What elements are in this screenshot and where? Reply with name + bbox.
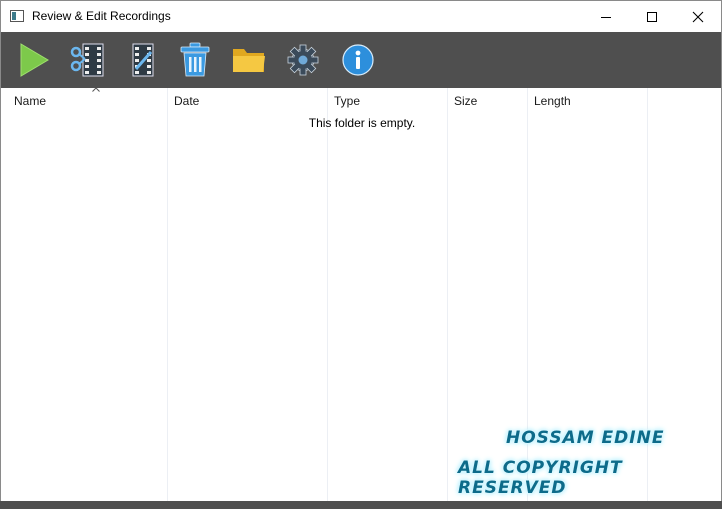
delete-button[interactable] bbox=[175, 40, 215, 80]
trim-button[interactable] bbox=[68, 40, 108, 80]
column-divider[interactable] bbox=[447, 88, 448, 502]
trim-video-icon bbox=[70, 43, 104, 77]
app-icon bbox=[10, 10, 24, 22]
trash-icon bbox=[180, 42, 210, 77]
settings-button[interactable] bbox=[283, 40, 323, 80]
column-header-label: Length bbox=[534, 94, 571, 108]
maximize-button[interactable] bbox=[629, 1, 675, 32]
watermark: HOSSAM EDINE ALL COPYRIGHT RESERVED bbox=[456, 426, 706, 498]
empty-folder-message: This folder is empty. bbox=[308, 116, 416, 130]
column-header-label: Date bbox=[174, 94, 200, 108]
column-header-date[interactable]: Date bbox=[168, 88, 327, 112]
status-bar bbox=[0, 501, 722, 509]
window-title: Review & Edit Recordings bbox=[32, 9, 171, 23]
edit-video-button[interactable] bbox=[123, 40, 163, 80]
watermark-line-2: ALL COPYRIGHT RESERVED bbox=[458, 458, 623, 498]
column-header-name[interactable]: Name bbox=[8, 87, 167, 112]
sort-ascending-icon bbox=[92, 87, 100, 92]
column-header-label: Name bbox=[14, 94, 47, 108]
column-header-length[interactable]: Length bbox=[528, 88, 647, 112]
edit-video-icon bbox=[132, 43, 154, 77]
close-button[interactable] bbox=[675, 1, 721, 32]
toolbar bbox=[1, 32, 721, 88]
watermark-line-1: HOSSAM EDINE bbox=[506, 428, 665, 448]
maximize-icon bbox=[647, 11, 657, 22]
column-header-label: Type bbox=[334, 94, 361, 108]
column-header-label: Size bbox=[454, 94, 478, 108]
info-icon bbox=[342, 44, 374, 76]
play-icon bbox=[20, 43, 49, 77]
minimize-icon bbox=[601, 16, 611, 18]
column-header-type[interactable]: Type bbox=[328, 88, 447, 112]
play-button[interactable] bbox=[13, 40, 53, 80]
column-header-size[interactable]: Size bbox=[448, 88, 527, 112]
column-divider[interactable] bbox=[167, 88, 168, 502]
folder-icon bbox=[233, 49, 265, 72]
minimize-button[interactable] bbox=[583, 1, 629, 32]
open-folder-button[interactable] bbox=[229, 40, 269, 80]
gear-icon bbox=[287, 44, 319, 76]
column-divider[interactable] bbox=[327, 88, 328, 502]
title-bar[interactable]: Review & Edit Recordings bbox=[1, 1, 721, 32]
info-button[interactable] bbox=[338, 40, 378, 80]
close-icon bbox=[692, 11, 704, 22]
